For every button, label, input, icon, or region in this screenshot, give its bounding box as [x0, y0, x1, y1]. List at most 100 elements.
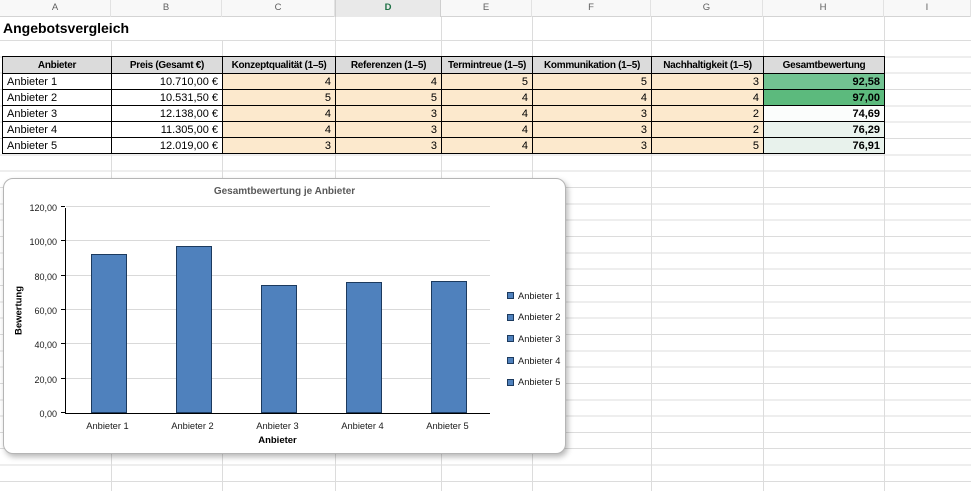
score-cell[interactable]: 4 [441, 105, 533, 122]
score-cell[interactable]: 5 [222, 89, 336, 106]
legend-item[interactable]: Anbieter 1 [507, 285, 560, 307]
score-cell[interactable]: 3 [222, 137, 336, 154]
score-cell[interactable]: 3 [335, 105, 442, 122]
bar-anbieter-2[interactable] [175, 246, 212, 413]
spreadsheet-app: ABCDEFGHI Angebotsvergleich Anbieter Prei… [0, 0, 971, 491]
legend-label: Anbieter 3 [518, 333, 561, 344]
score-cell[interactable]: 4 [335, 73, 442, 90]
score-cell[interactable]: 4 [441, 137, 533, 154]
y-axis-tick-label: 80,00 [34, 271, 57, 282]
vendor-cell[interactable]: Anbieter 4 [2, 121, 112, 138]
total-score-cell[interactable]: 97,00 [763, 89, 885, 106]
table-header-row: Anbieter Preis (Gesamt €) Konzeptqualität … [2, 56, 885, 74]
score-cell[interactable]: 3 [532, 105, 652, 122]
y-axis-tick [61, 412, 65, 413]
chart-card[interactable]: Gesamtbewertung je Anbieter Bewertung 0,… [3, 178, 566, 454]
y-axis-tick [61, 240, 65, 242]
table-row: Anbieter 1 10.710,00 €4 4 5 5 3 92,58 [2, 73, 885, 90]
score-cell[interactable]: 5 [651, 137, 764, 154]
legend-label: Anbieter 2 [518, 312, 561, 323]
column-header-B[interactable]: B [111, 0, 222, 17]
column-header-A[interactable]: A [0, 0, 111, 17]
price-cell[interactable]: 11.305,00 € [111, 121, 223, 138]
score-cell[interactable]: 2 [651, 121, 764, 138]
y-gridline [66, 206, 490, 207]
score-cell[interactable]: 3 [335, 121, 442, 138]
x-axis-label: Anbieter 5 [426, 421, 469, 431]
vendor-cell[interactable]: Anbieter 3 [2, 105, 112, 122]
score-cell[interactable]: 4 [441, 89, 533, 106]
table-header-cell[interactable]: Referenzen (1–5) [335, 56, 442, 74]
y-axis-tick-label: 60,00 [34, 306, 57, 316]
bar-anbieter-4[interactable] [345, 282, 382, 413]
legend-item[interactable]: Anbieter 4 [507, 350, 560, 372]
total-score-cell[interactable]: 76,91 [763, 137, 885, 154]
chart-legend: Anbieter 1 Anbieter 2 Anbieter 3 Anbieter 4… [507, 285, 560, 393]
legend-label: Anbieter 5 [518, 377, 561, 388]
legend-swatch-icon [507, 357, 514, 365]
x-axis-title: Anbieter [258, 435, 297, 446]
table-header-cell[interactable]: Preis (Gesamt €) [111, 56, 223, 74]
price-cell[interactable]: 12.138,00 € [111, 105, 223, 122]
bar-anbieter-1[interactable] [90, 254, 127, 413]
y-axis-tick-label: 20,00 [34, 374, 57, 385]
legend-item[interactable]: Anbieter 5 [507, 371, 560, 393]
vendor-cell[interactable]: Anbieter 5 [2, 137, 112, 154]
table-header-cell[interactable]: Kommunikation (1–5) [532, 56, 652, 74]
table-header-cell[interactable]: Nachhaltigkeit (1–5) [651, 56, 764, 74]
score-cell[interactable]: 3 [335, 137, 442, 154]
price-cell[interactable]: 10.710,00 € [111, 73, 223, 90]
column-header-I[interactable]: I [884, 0, 971, 17]
x-axis-label: Anbieter 4 [341, 421, 384, 431]
total-score-cell[interactable]: 92,58 [763, 73, 885, 90]
legend-label: Anbieter 4 [518, 355, 561, 366]
score-cell[interactable]: 4 [532, 89, 652, 106]
table-header-cell[interactable]: Anbieter [2, 56, 112, 74]
score-cell[interactable]: 4 [222, 105, 336, 122]
score-cell[interactable]: 4 [441, 121, 533, 138]
y-axis-tick [61, 309, 65, 310]
score-cell[interactable]: 3 [651, 73, 764, 90]
bar-anbieter-5[interactable] [430, 280, 467, 413]
x-axis-label: Anbieter 2 [171, 421, 214, 431]
y-axis-tick [61, 206, 65, 207]
score-cell[interactable]: 2 [651, 105, 764, 122]
table-header-cell[interactable]: Termintreue (1–5) [441, 56, 533, 74]
total-score-cell[interactable]: 76,29 [763, 121, 885, 138]
price-cell[interactable]: 12.019,00 € [111, 137, 223, 154]
table-header-cell[interactable]: Konzeptqualität (1–5) [222, 56, 336, 74]
score-cell[interactable]: 4 [651, 89, 764, 106]
table-row: Anbieter 5 12.019,00 €3 3 4 3 5 76,91 [2, 137, 885, 154]
score-cell[interactable]: 5 [532, 73, 652, 90]
score-cell[interactable]: 4 [222, 121, 336, 138]
x-axis-label: Anbieter 1 [86, 421, 129, 431]
plot-area [61, 206, 490, 414]
vendor-cell[interactable]: Anbieter 2 [2, 89, 112, 106]
score-cell[interactable]: 4 [222, 73, 336, 90]
column-header-E[interactable]: E [441, 0, 532, 17]
table-body: Anbieter 1 10.710,00 €4 4 5 5 3 92,58 Anbieter … [2, 73, 885, 154]
total-score-cell[interactable]: 74,69 [763, 105, 885, 122]
table-header-cell[interactable]: Gesamtbewertung [763, 56, 885, 74]
score-cell[interactable]: 5 [335, 89, 442, 106]
column-header-H[interactable]: H [763, 0, 884, 17]
y-axis-tick [61, 343, 65, 345]
score-cell[interactable]: 5 [441, 73, 533, 90]
sheet-title-cell[interactable]: Angebotsvergleich [0, 17, 334, 40]
legend-swatch-icon [507, 292, 514, 300]
legend-item[interactable]: Anbieter 3 [507, 328, 560, 350]
legend-item[interactable]: Anbieter 2 [507, 307, 560, 329]
bar-anbieter-3[interactable] [260, 284, 297, 413]
column-header-bar: ABCDEFGHI [0, 0, 971, 17]
column-header-C[interactable]: C [222, 0, 335, 17]
column-header-D[interactable]: D [335, 0, 441, 17]
column-header-F[interactable]: F [532, 0, 651, 17]
score-cell[interactable]: 3 [532, 137, 652, 154]
legend-swatch-icon [507, 378, 514, 386]
column-header-G[interactable]: G [651, 0, 763, 17]
price-cell[interactable]: 10.531,50 € [111, 89, 223, 106]
score-cell[interactable]: 3 [532, 121, 652, 138]
vendor-cell[interactable]: Anbieter 1 [2, 73, 112, 90]
legend-swatch-icon [507, 335, 514, 343]
chart-title: Gesamtbewertung je Anbieter [213, 186, 356, 197]
